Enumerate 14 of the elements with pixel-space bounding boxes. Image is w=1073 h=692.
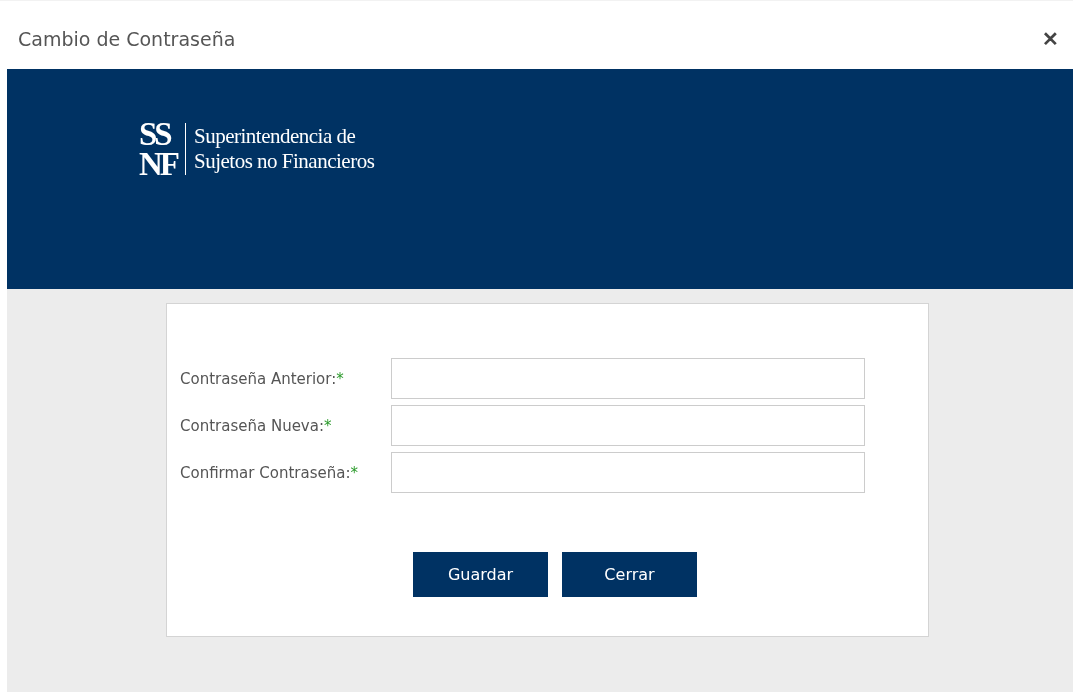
form-button[interactable]: Guardar [413, 552, 548, 597]
logo-text: Sujetos no Financieros [194, 149, 375, 174]
logo-mark: SS [139, 119, 172, 149]
password-field[interactable] [391, 358, 865, 399]
field-label: Contraseña Nueva:* [180, 416, 333, 435]
field-label: Confirmar Contraseña:* [180, 463, 359, 482]
logo-mark: NF [139, 149, 177, 179]
password-field[interactable] [391, 405, 865, 446]
logo-text: Superintendencia de [194, 124, 357, 149]
dialog-title: Cambio de Contraseña [18, 28, 236, 50]
close-button[interactable]: ✕ [1042, 27, 1059, 51]
form-button[interactable]: Cerrar [562, 552, 697, 597]
field-label: Contraseña Anterior:* [180, 369, 345, 388]
password-field[interactable] [391, 452, 865, 493]
